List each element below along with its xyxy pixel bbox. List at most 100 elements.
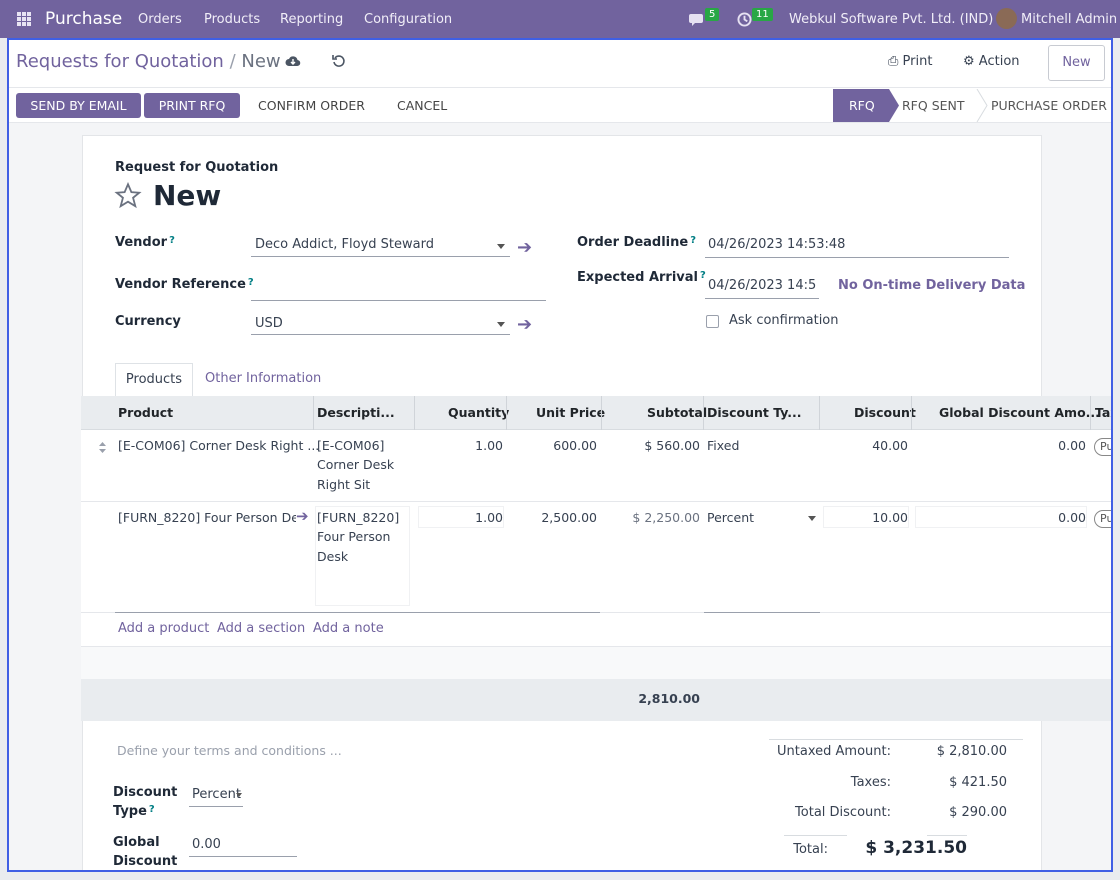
clock-icon[interactable] <box>737 12 752 27</box>
order-deadline-field[interactable]: 04/26/2023 14:53:48 <box>708 237 845 252</box>
description-cell[interactable]: [FURN_8220] <box>317 510 399 525</box>
col-divider <box>313 396 314 430</box>
global-discount-input[interactable]: 0.00 <box>192 837 221 852</box>
print-label: Print <box>902 54 933 69</box>
ask-confirmation-checkbox[interactable] <box>706 315 719 328</box>
vendor-external-link-icon[interactable]: ➔ <box>517 237 532 258</box>
cancel-button[interactable]: CANCEL <box>397 98 447 113</box>
user-menu[interactable]: Mitchell Admin <box>1021 12 1117 27</box>
add-note-link[interactable]: Add a note <box>313 621 384 636</box>
col-divider <box>911 396 912 430</box>
stage-rfq-sent[interactable]: RFQ SENT <box>902 89 965 122</box>
description-cell[interactable]: [E-COM06] <box>317 438 384 453</box>
discount-type-select[interactable]: Percent <box>192 787 241 802</box>
total-discount-value: $ 290.00 <box>949 805 1007 820</box>
col-divider <box>703 396 704 430</box>
print-rfq-button[interactable]: PRINT RFQ <box>144 93 240 118</box>
taxes-value: $ 421.50 <box>949 775 1007 790</box>
vendor-reference-underline <box>251 300 546 301</box>
col-divider <box>506 396 507 430</box>
product-cell[interactable]: [FURN_8220] Four Person Des <box>118 510 296 525</box>
discount-type-select[interactable]: Percent <box>707 510 754 525</box>
col-discount-type[interactable]: Discount Ty... <box>707 405 802 420</box>
stage-purchase-order[interactable]: PURCHASE ORDER <box>991 89 1107 122</box>
add-section-link[interactable]: Add a section <box>217 621 305 636</box>
drag-handle-icon[interactable] <box>98 441 107 454</box>
col-taxes[interactable]: Taxes <box>1095 405 1113 420</box>
table-row[interactable]: [E-COM06] Corner Desk Right ... [E-COM06… <box>81 430 1113 502</box>
app-name[interactable]: Purchase <box>45 9 122 29</box>
breadcrumb-parent[interactable]: Requests for Quotation <box>16 51 224 72</box>
vendor-dropdown-icon[interactable] <box>497 244 505 249</box>
doc-type-label: Request for Quotation <box>115 160 279 175</box>
new-button[interactable]: New <box>1048 45 1105 81</box>
table-row[interactable]: [FURN_8220] Four Person Des ➔ [FURN_8220… <box>81 502 1113 613</box>
tab-other-information[interactable]: Other Information <box>205 371 321 386</box>
col-description[interactable]: Descripti... <box>317 405 395 420</box>
user-avatar[interactable] <box>996 8 1017 29</box>
currency-underline <box>251 334 510 335</box>
col-discount[interactable]: Discount <box>854 405 916 420</box>
menu-configuration[interactable]: Configuration <box>364 12 452 27</box>
table-totals-row: 2,810.00 <box>81 679 1113 721</box>
breadcrumb: Requests for Quotation / New <box>16 51 281 72</box>
col-divider <box>414 396 415 430</box>
send-by-email-button[interactable]: SEND BY EMAIL <box>16 93 141 118</box>
order-deadline-label: Order Deadline? <box>577 235 697 250</box>
add-product-link[interactable]: Add a product <box>118 621 209 636</box>
untaxed-amount-value: $ 2,810.00 <box>936 744 1007 759</box>
confirm-order-button[interactable]: CONFIRM ORDER <box>258 98 365 113</box>
menu-orders[interactable]: Orders <box>138 12 182 27</box>
vendor-reference-label: Vendor Reference? <box>115 277 254 292</box>
tab-products[interactable]: Products <box>115 363 193 397</box>
company-switcher[interactable]: Webkul Software Pvt. Ltd. (IND) <box>789 12 993 27</box>
total-label: Total: <box>793 842 828 857</box>
vendor-underline <box>251 256 510 257</box>
status-bar: SEND BY EMAIL PRINT RFQ CONFIRM ORDER CA… <box>9 88 1111 123</box>
global-discount-underline <box>189 856 297 857</box>
currency-field[interactable]: USD <box>255 316 283 331</box>
tax-tag[interactable]: Pur <box>1094 510 1113 528</box>
description-line: Corner Desk <box>317 457 395 472</box>
expected-arrival-underline <box>705 298 819 299</box>
print-button[interactable]: ⎙ Print <box>888 54 932 69</box>
breadcrumb-current: New <box>241 51 281 72</box>
col-global-discount[interactable]: Global Discount Amo... <box>939 405 1100 420</box>
col-quantity[interactable]: Quantity <box>448 405 509 420</box>
discount-type-dropdown-icon[interactable] <box>808 516 816 521</box>
app-grid-icon[interactable] <box>17 12 31 26</box>
product-cell[interactable]: [E-COM06] Corner Desk Right ... <box>118 438 319 453</box>
col-subtotal[interactable]: Subtotal <box>647 405 707 420</box>
discount-cell[interactable]: 10.00 <box>872 510 908 525</box>
currency-dropdown-icon[interactable] <box>497 322 505 327</box>
order-lines-table: Product Descripti... Quantity Unit Price… <box>81 396 1113 646</box>
tax-tag[interactable]: Pur <box>1094 438 1113 456</box>
col-unit-price[interactable]: Unit Price <box>536 405 605 420</box>
discount-type-underline <box>189 806 243 807</box>
unit-price-cell[interactable]: 600.00 <box>553 438 597 453</box>
unit-price-cell[interactable]: 2,500.00 <box>541 510 597 525</box>
taxes-label: Taxes: <box>850 775 891 790</box>
top-navbar: Purchase Orders Products Reporting Confi… <box>0 0 1120 38</box>
star-icon[interactable] <box>114 182 142 209</box>
stage-rfq[interactable]: RFQ <box>849 89 875 122</box>
action-button[interactable]: ⚙ Action <box>963 54 1020 69</box>
menu-products[interactable]: Products <box>204 12 260 27</box>
vendor-label: Vendor? <box>115 235 175 250</box>
save-cloud-icon[interactable] <box>285 54 301 68</box>
col-product[interactable]: Product <box>118 405 173 420</box>
quantity-cell[interactable]: 1.00 <box>475 510 503 525</box>
terms-conditions-field[interactable]: Define your terms and conditions ... <box>117 743 342 758</box>
discount-type-select-icon[interactable] <box>236 793 242 797</box>
discount-type-cell[interactable]: Fixed <box>707 438 739 453</box>
currency-external-link-icon[interactable]: ➔ <box>517 314 532 335</box>
product-external-link-icon[interactable]: ➔ <box>296 507 309 525</box>
table-empty-row <box>81 646 1113 679</box>
discount-cell[interactable]: 40.00 <box>872 438 908 453</box>
discard-icon[interactable] <box>332 54 346 68</box>
quantity-cell[interactable]: 1.00 <box>475 438 503 453</box>
expected-arrival-field[interactable]: 04/26/2023 14:5 <box>708 278 816 293</box>
vendor-field[interactable]: Deco Addict, Floyd Steward <box>255 237 434 252</box>
chat-icon[interactable] <box>689 13 705 27</box>
menu-reporting[interactable]: Reporting <box>280 12 343 27</box>
